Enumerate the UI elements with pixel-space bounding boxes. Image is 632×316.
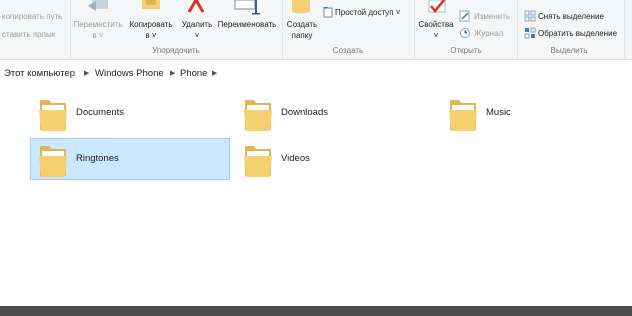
new-folder-icon: [292, 0, 310, 14]
folder-name: Documents: [76, 107, 125, 118]
move-to-icon: [88, 0, 108, 11]
folder-icon: [39, 100, 67, 131]
copy-to-icon: [142, 0, 160, 9]
folder-icon: [39, 146, 67, 177]
copy-to-button[interactable]: Копировать: [124, 20, 178, 30]
invert-selection-button[interactable]: Обратить выделение: [538, 29, 617, 39]
edit-icon: [459, 10, 470, 22]
open-group-label: Открыть: [450, 46, 482, 55]
organize-group-label: Упорядочить: [152, 46, 200, 55]
breadcrumb-this-pc[interactable]: Этот компьютер: [4, 68, 75, 79]
invert-selection-icon: [524, 27, 536, 39]
chevron-right-icon[interactable]: ▶: [212, 69, 217, 77]
new-folder-button[interactable]: Создать: [284, 20, 320, 30]
folder-name: Ringtones: [76, 153, 119, 164]
folder-icon: [449, 100, 477, 131]
rename-icon: [234, 0, 260, 15]
chevron-right-icon[interactable]: ▶: [84, 69, 89, 77]
copy-to-arrow[interactable]: в ˅: [124, 31, 178, 41]
folder-item-videos[interactable]: Videos: [235, 138, 435, 180]
folder-item-music[interactable]: Music: [440, 92, 625, 134]
select-none-button[interactable]: Снять выделение: [538, 12, 604, 22]
move-to-button[interactable]: Переместить: [72, 20, 124, 30]
new-group-label: Создать: [332, 46, 364, 55]
history-button[interactable]: Журнал: [474, 29, 503, 39]
folder-name: Videos: [281, 153, 310, 164]
copy-path-button[interactable]: копировать путь: [2, 12, 62, 22]
history-icon: [460, 28, 470, 38]
easy-access-button[interactable]: Простой доступ ˅: [335, 8, 400, 18]
folder-item-documents[interactable]: Documents: [30, 92, 230, 134]
edit-button[interactable]: Изменить: [474, 12, 510, 22]
rename-button[interactable]: Переименовать: [214, 20, 280, 30]
chevron-right-icon[interactable]: ▶: [170, 69, 175, 77]
folder-name: Downloads: [281, 107, 328, 118]
folder-icon: [244, 146, 272, 177]
ribbon: копировать путь ставить ярлык Переместит…: [0, 0, 632, 60]
delete-icon: [187, 0, 205, 13]
select-group-label: Выделить: [550, 46, 588, 55]
breadcrumb-windows-phone[interactable]: Windows Phone: [95, 68, 164, 79]
properties-icon: [428, 0, 446, 13]
folder-item-ringtones[interactable]: Ringtones: [30, 138, 230, 180]
delete-arrow[interactable]: ˅: [178, 31, 216, 41]
folder-name: Music: [486, 107, 511, 118]
properties-arrow[interactable]: ˅: [416, 31, 456, 41]
taskbar: [0, 306, 632, 316]
properties-button[interactable]: Свойства: [416, 20, 456, 30]
easy-access-icon: [323, 7, 333, 18]
folder-item-downloads[interactable]: Downloads: [235, 92, 435, 134]
delete-button[interactable]: Удалить: [178, 20, 216, 30]
select-none-icon: [524, 10, 536, 22]
address-bar[interactable]: Этот компьютер ▶ Windows Phone ▶ Phone ▶: [0, 61, 632, 85]
move-to-arrow[interactable]: в ˅: [72, 31, 124, 41]
paste-shortcut-button[interactable]: ставить ярлык: [2, 30, 55, 40]
new-folder-label-line2: папку: [291, 31, 313, 40]
breadcrumb-phone[interactable]: Phone: [180, 68, 207, 79]
folder-icon: [244, 100, 272, 131]
